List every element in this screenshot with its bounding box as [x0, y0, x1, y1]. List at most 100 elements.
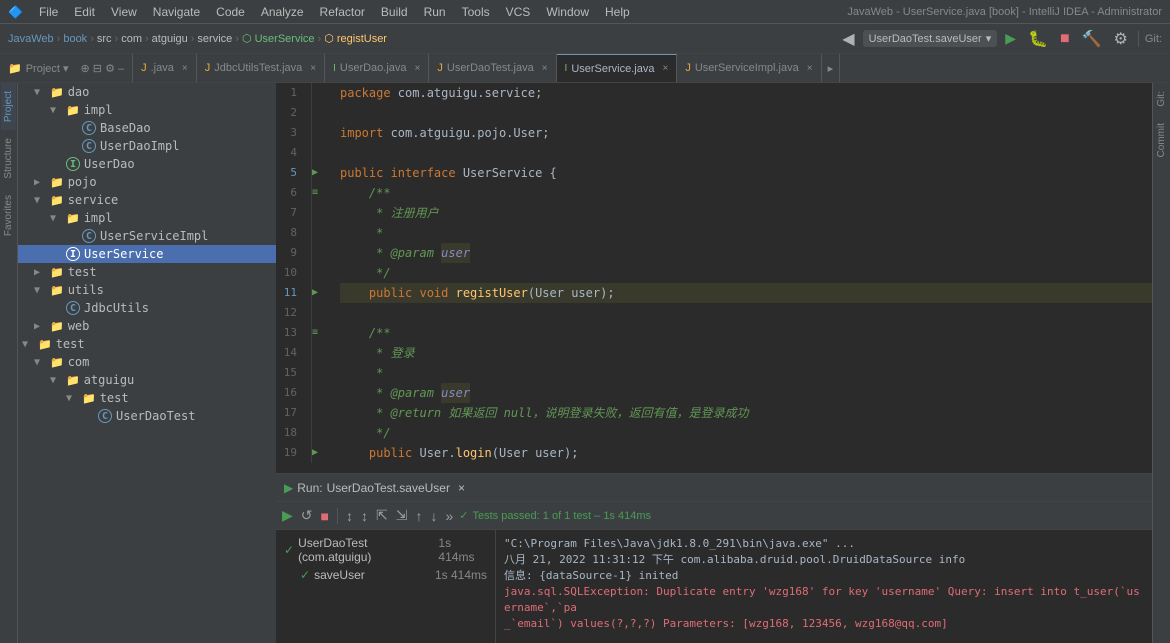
tab-close-userdaotest[interactable]: × — [542, 63, 548, 74]
run-controls: ▶ ↺ ■ ↕ ↕ ⇱ ⇲ ↑ ↓ » ✓ Tests passed: 1 of… — [276, 502, 1152, 530]
test-pkg-label: test — [100, 391, 129, 405]
code-editor[interactable]: 1 2 3 4 5 6 7 8 9 10 11 12 13 14 — [276, 83, 1152, 473]
tab-close-jdbctest[interactable]: × — [310, 63, 316, 74]
tree-userdaotest[interactable]: ▶ C UserDaoTest — [18, 407, 276, 425]
menu-navigate[interactable]: Navigate — [153, 5, 200, 19]
down-btn[interactable]: ↓ — [428, 506, 439, 526]
tree-com[interactable]: ▼ 📁 com — [18, 353, 276, 371]
tree-web[interactable]: ▶ 📁 web — [18, 317, 276, 335]
tree-userserviceimpl[interactable]: ▶ C UserServiceImpl — [18, 227, 276, 245]
build-button[interactable]: 🔨 — [1078, 27, 1106, 51]
code-content[interactable]: package com.atguigu.service; import com.… — [332, 83, 1152, 463]
stop-button[interactable]: ■ — [1056, 28, 1074, 50]
tree-test[interactable]: ▶ 📁 test — [18, 263, 276, 281]
tab-userdao[interactable]: I UserDao.java × — [325, 54, 429, 82]
run-tab-close[interactable]: × — [458, 481, 465, 495]
userdao-label2: UserDao — [84, 157, 135, 171]
tab-userdaotest[interactable]: J UserDaoTest.java × — [429, 54, 556, 82]
test-item-saveuser[interactable]: ✓ saveUser 1s 414ms — [276, 566, 495, 584]
test-item-userdaotest[interactable]: ✓ UserDaoTest (com.atguigu) 1s 414ms — [276, 534, 495, 566]
debug-button[interactable]: 🐛 — [1024, 27, 1052, 51]
run-stop-btn[interactable]: ■ — [319, 506, 331, 526]
userdao-icon: I — [333, 63, 336, 74]
test-root-folder-icon: 📁 — [38, 338, 52, 351]
tree-pojo[interactable]: ▶ 📁 pojo — [18, 173, 276, 191]
breadcrumb-book[interactable]: book — [63, 33, 87, 45]
expand-all-btn[interactable]: ⇱ — [374, 505, 390, 526]
menu-build[interactable]: Build — [381, 5, 408, 19]
up-btn[interactable]: ↑ — [413, 506, 424, 526]
breadcrumb-com[interactable]: com — [121, 33, 142, 45]
breadcrumb-service[interactable]: service — [197, 33, 232, 45]
test-saveuser-label: saveUser — [314, 568, 365, 582]
service-impl-folder-icon: 📁 — [66, 212, 80, 225]
tab-more[interactable]: ▸ — [822, 54, 841, 82]
right-tab-git[interactable]: Git: — [1154, 83, 1169, 115]
sort-alpha-btn[interactable]: ↕ — [344, 506, 355, 526]
ln-7: 7 — [276, 203, 303, 223]
settings-button[interactable]: ⚙ — [1110, 27, 1132, 51]
left-tab-structure[interactable]: Structure — [1, 130, 16, 187]
left-tab-favorites[interactable]: Favorites — [1, 187, 16, 244]
menu-vcs[interactable]: VCS — [506, 5, 531, 19]
tree-service-impl[interactable]: ▼ 📁 impl — [18, 209, 276, 227]
tree-userservice[interactable]: ▶ I UserService — [18, 245, 276, 263]
menu-code[interactable]: Code — [216, 5, 245, 19]
tab-jdbcutilstest[interactable]: J JdbcUtilsTest.java × — [197, 54, 325, 82]
tab-close-unnamed[interactable]: × — [182, 63, 188, 74]
tab-userserviceimpl[interactable]: J UserServiceImpl.java × — [677, 54, 821, 82]
tree-atguigu[interactable]: ▼ 📁 atguigu — [18, 371, 276, 389]
tab-close-userserviceimpl[interactable]: × — [807, 63, 813, 74]
menu-run[interactable]: Run — [424, 5, 446, 19]
breadcrumb-atguigu[interactable]: atguigu — [152, 33, 188, 45]
menu-window[interactable]: Window — [546, 5, 589, 19]
run-label-text: Run: — [297, 481, 322, 495]
tab-java-unnamed[interactable]: J .java × — [133, 54, 197, 82]
expand-test: ▶ — [34, 267, 46, 278]
back-button[interactable]: ◀ — [838, 27, 858, 51]
breadcrumb-userservice[interactable]: ⬡ UserService — [242, 32, 315, 45]
tree-userdaoimpl[interactable]: ▶ C UserDaoImpl — [18, 137, 276, 155]
tab-close-userservice[interactable]: × — [662, 63, 668, 74]
tree-dao[interactable]: ▼ 📁 dao — [18, 83, 276, 101]
run-button[interactable]: ▶ — [1001, 28, 1020, 49]
git-label: Git: — [1145, 33, 1162, 45]
expand-utils: ▼ — [34, 285, 46, 296]
collapse-all-btn[interactable]: ⇲ — [394, 505, 410, 526]
com-folder-icon: 📁 — [50, 356, 64, 369]
tab-userservice-label: UserService.java — [571, 63, 654, 75]
tree-test-pkg[interactable]: ▼ 📁 test — [18, 389, 276, 407]
sep5: › — [191, 33, 195, 45]
more-btn[interactable]: » — [443, 506, 455, 526]
menu-view[interactable]: View — [111, 5, 137, 19]
tab-userservice[interactable]: I UserService.java × — [557, 54, 678, 82]
run-rerun-btn[interactable]: ↺ — [299, 505, 315, 526]
menu-file[interactable]: File — [39, 5, 58, 19]
run-config-dropdown[interactable]: UserDaoTest.saveUser ▾ — [863, 30, 998, 47]
tree-test-root[interactable]: ▼ 📁 test — [18, 335, 276, 353]
gutter-icon-13: ≡ — [312, 323, 332, 343]
breadcrumb-javaweb[interactable]: JavaWeb — [8, 33, 54, 45]
basedao-label: BaseDao — [100, 121, 151, 135]
right-tab-commit[interactable]: Commit — [1154, 115, 1169, 165]
com-label: com — [68, 355, 90, 369]
menu-analyze[interactable]: Analyze — [261, 5, 304, 19]
console-output: "C:\Program Files\Java\jdk1.8.0_291\bin\… — [496, 530, 1152, 643]
tree-dao-impl[interactable]: ▼ 📁 impl — [18, 101, 276, 119]
menu-help[interactable]: Help — [605, 5, 630, 19]
run-start-btn[interactable]: ▶ — [280, 505, 295, 526]
menu-refactor[interactable]: Refactor — [320, 5, 365, 19]
tree-service[interactable]: ▼ 📁 service — [18, 191, 276, 209]
menu-edit[interactable]: Edit — [74, 5, 95, 19]
menu-tools[interactable]: Tools — [462, 5, 490, 19]
sort-btn2[interactable]: ↕ — [359, 506, 370, 526]
left-tab-project[interactable]: Project — [1, 83, 16, 130]
tree-userdao[interactable]: ▶ I UserDao — [18, 155, 276, 173]
tree-jdbcutils[interactable]: ▶ C JdbcUtils — [18, 299, 276, 317]
breadcrumb-registuser[interactable]: ⬡ registUser — [324, 32, 387, 45]
breadcrumb-src[interactable]: src — [97, 33, 112, 45]
tree-utils[interactable]: ▼ 📁 utils — [18, 281, 276, 299]
tree-basedao[interactable]: ▶ C BaseDao — [18, 119, 276, 137]
tab-close-userdao[interactable]: × — [415, 63, 421, 74]
ln-1: 1 — [276, 83, 303, 103]
